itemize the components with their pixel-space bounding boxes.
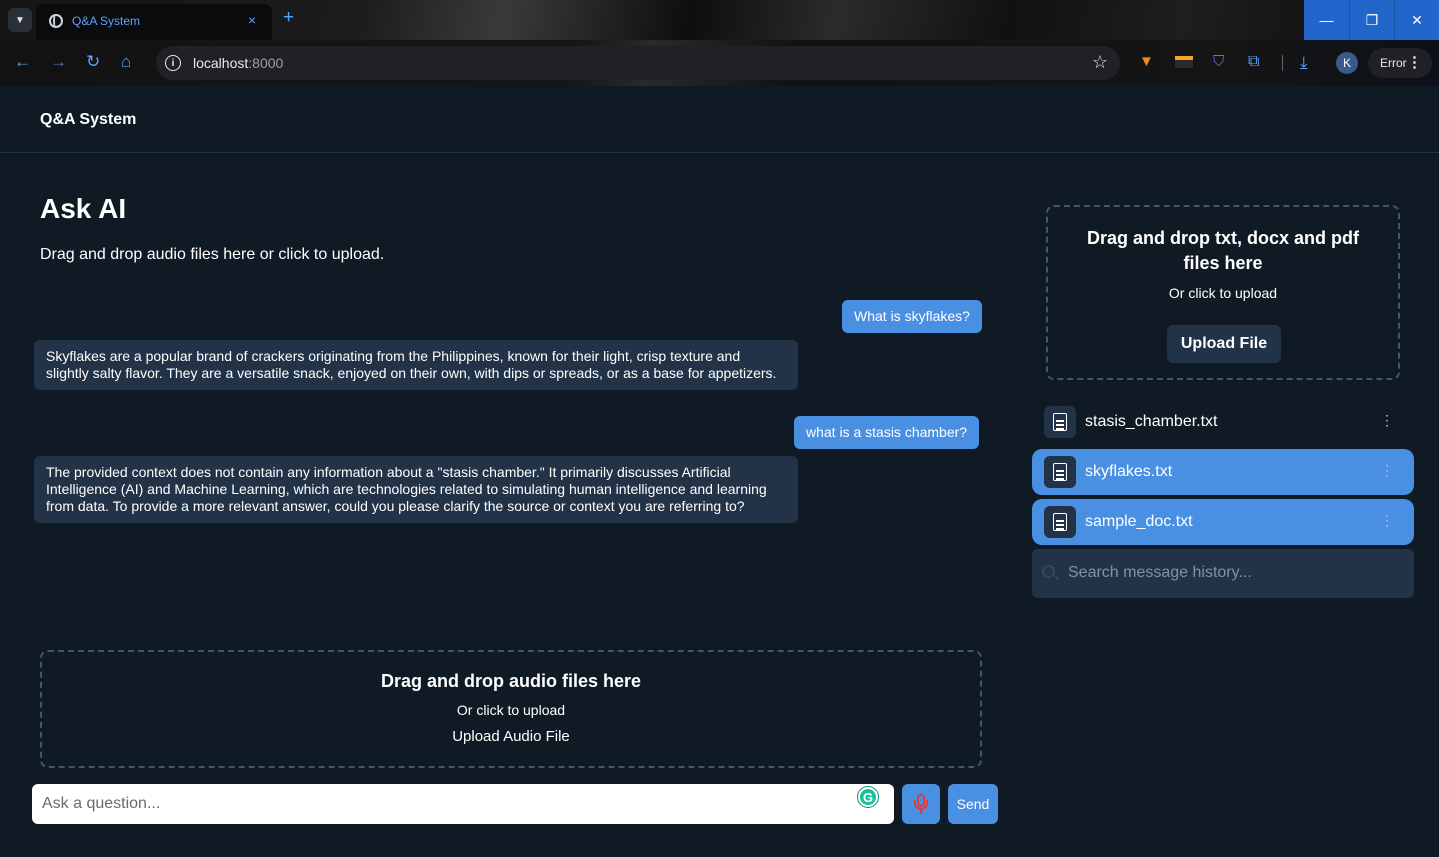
shield-extension-icon[interactable]: ⛉ — [1213, 53, 1231, 71]
microphone-button[interactable] — [902, 784, 940, 824]
document-drop-title: Drag and drop txt, docx and pdf files he… — [1086, 228, 1359, 273]
browser-tab[interactable]: Q&A System × — [36, 4, 272, 40]
audio-drop-zone[interactable]: Drag and drop audio files here Or click … — [40, 650, 982, 768]
page-subtitle[interactable]: Drag and drop audio files here or click … — [40, 246, 384, 264]
star-icon[interactable]: ☆ — [1092, 52, 1108, 73]
address-bar[interactable]: i localhost:8000 ☆ — [156, 46, 1120, 80]
document-drop-subtitle: Or click to upload — [1168, 285, 1278, 301]
window-controls: — ❐ ✕ — [1304, 0, 1439, 40]
document-icon — [1044, 456, 1076, 488]
file-options-icon[interactable]: ⋮ — [1380, 412, 1394, 428]
page-title: Ask AI — [40, 193, 127, 224]
tab-title: Q&A System — [72, 14, 141, 28]
app-header: Q&A System — [0, 86, 1439, 153]
user-message: what is a stasis chamber? — [794, 416, 980, 449]
history-search-input[interactable] — [1068, 559, 1398, 587]
tab-search-chevron-icon[interactable]: ▼ — [8, 8, 32, 32]
file-options-icon[interactable]: ⋮ — [1380, 462, 1394, 478]
file-options-icon[interactable]: ⋮ — [1380, 512, 1394, 528]
file-name: skyflakes.txt — [1085, 463, 1173, 480]
restore-button[interactable]: ❐ — [1349, 0, 1394, 40]
url-text: localhost:8000 — [193, 55, 284, 71]
document-drop-zone[interactable]: Drag and drop txt, docx and pdf files he… — [1046, 205, 1400, 380]
file-name: sample_doc.txt — [1085, 513, 1193, 530]
tab-close-icon[interactable]: × — [248, 12, 256, 28]
ai-message: The provided context does not contain an… — [34, 456, 798, 523]
file-item[interactable]: skyflakes.txt ⋮ — [1032, 449, 1414, 495]
upload-file-button[interactable]: Upload File — [1167, 325, 1281, 363]
upload-audio-button[interactable]: Upload Audio File — [42, 728, 980, 745]
arrow-left-icon[interactable]: ← — [14, 52, 31, 72]
toolbar-divider — [1282, 55, 1283, 71]
ai-message: Skyflakes are a popular brand of cracker… — [34, 340, 798, 390]
user-message: What is skyflakes? — [842, 300, 982, 333]
audio-drop-subtitle: Or click to upload — [456, 702, 566, 718]
file-item[interactable]: stasis_chamber.txt ⋮ — [1032, 399, 1414, 445]
dark-extension-icon[interactable] — [1175, 56, 1193, 68]
home-icon[interactable]: ⌂ — [121, 52, 131, 72]
send-button[interactable]: Send — [948, 784, 998, 824]
browser-tab-strip: ▼ Q&A System × + — ❐ ✕ — [0, 0, 1439, 40]
app-title: Q&A System — [40, 111, 137, 128]
puzzle-icon[interactable]: ⧉ — [1248, 53, 1266, 71]
file-item[interactable]: sample_doc.txt ⋮ — [1032, 499, 1414, 545]
grammarly-icon[interactable]: G — [858, 787, 878, 807]
minimize-button[interactable]: — — [1304, 0, 1349, 40]
question-input[interactable] — [32, 784, 894, 824]
search-icon — [1042, 565, 1055, 578]
fox-extension-icon[interactable]: ▼ — [1139, 53, 1157, 71]
document-icon — [1044, 406, 1076, 438]
profile-avatar[interactable]: K — [1336, 52, 1358, 74]
new-tab-icon[interactable]: + — [283, 8, 294, 28]
globe-icon — [49, 14, 63, 28]
close-window-button[interactable]: ✕ — [1394, 0, 1439, 40]
error-menu-button[interactable]: Error — [1368, 48, 1432, 78]
arrow-right-icon[interactable]: → — [50, 52, 67, 72]
reload-icon[interactable]: ↻ — [86, 52, 100, 72]
document-icon — [1044, 506, 1076, 538]
info-icon[interactable]: i — [165, 55, 181, 71]
download-icon[interactable]: ⤓ — [1300, 53, 1318, 72]
file-name: stasis_chamber.txt — [1085, 413, 1218, 430]
audio-drop-title: Drag and drop audio files here — [380, 671, 642, 691]
browser-toolbar: ← → ↻ ⌂ i localhost:8000 ☆ ▼ ⛉ ⧉ ⤓ K Err… — [0, 40, 1439, 86]
history-search-box — [1032, 549, 1414, 598]
